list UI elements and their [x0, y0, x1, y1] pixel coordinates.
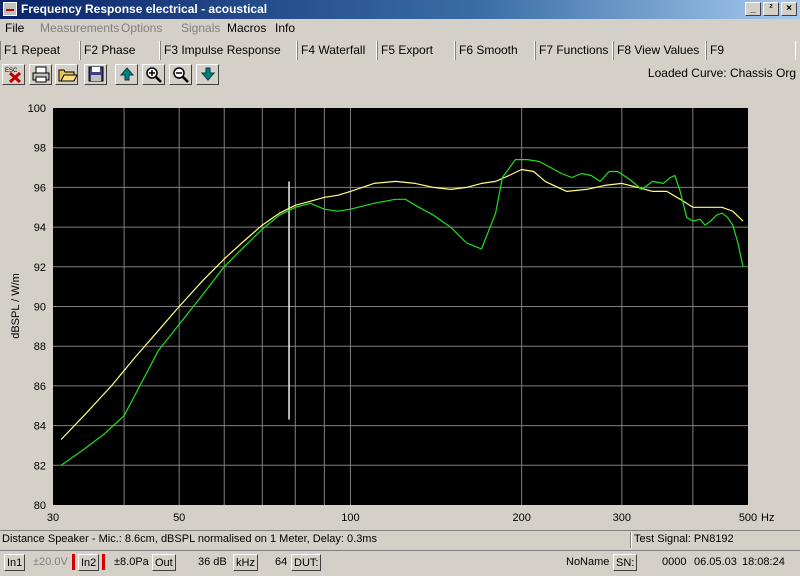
x-tick-label: 30 — [47, 512, 59, 524]
zoom-out-icon[interactable] — [169, 64, 192, 85]
sn-button[interactable]: SN: — [613, 554, 638, 571]
y-tick-label: 90 — [34, 302, 46, 314]
restore-button[interactable]: ² — [763, 2, 779, 16]
x-tick-label: 300 — [613, 512, 631, 524]
loaded-curve-label: Loaded Curve: Chassis Org — [647, 66, 796, 80]
date: 06.05.03 — [694, 556, 737, 568]
y-tick-label: 82 — [34, 460, 46, 472]
y-tick-label: 80 — [34, 500, 46, 512]
y-tick-label: 94 — [34, 222, 46, 234]
dut-name: NoName — [566, 556, 610, 568]
y-tick-label: 88 — [34, 341, 46, 353]
distance-info: Distance Speaker - Mic.: 8.6cm, dBSPL no… — [2, 533, 377, 545]
f9-button[interactable]: F9 — [706, 41, 796, 60]
sn-counter: 0000 — [662, 556, 687, 568]
f7-functions-button[interactable]: F7 Functions — [535, 41, 613, 60]
status-separator — [630, 532, 632, 548]
toolbar: ESC Loaded Curve: Chassis Org — [0, 62, 800, 86]
in1-level: ±20.0V — [33, 556, 68, 568]
y-tick-label: 100 — [28, 103, 46, 115]
menu-bar: File Measurements Options Signals Macros… — [0, 19, 800, 38]
close-button[interactable]: × — [781, 2, 797, 16]
x-tick-label: 500 — [739, 512, 757, 524]
save-icon[interactable] — [84, 64, 107, 85]
function-key-bar: F1 Repeat F2 Phase F3 Impulse Response F… — [0, 39, 800, 61]
print-icon[interactable] — [29, 64, 52, 85]
y-tick-label: 98 — [34, 143, 46, 155]
minimize-button[interactable]: _ — [745, 2, 761, 16]
x-tick-label: 200 — [512, 512, 530, 524]
f6-smooth-button[interactable]: F6 Smooth — [455, 41, 535, 60]
out-button[interactable]: Out — [152, 554, 176, 571]
in2-level-indicator — [102, 554, 105, 570]
menu-info[interactable]: Info — [275, 21, 295, 35]
menu-signals[interactable]: Signals — [181, 21, 220, 35]
menu-options[interactable]: Options — [121, 21, 162, 35]
in1-button[interactable]: In1 — [4, 554, 26, 571]
window-title: Frequency Response electrical - acoustic… — [21, 2, 268, 16]
f4-waterfall-button[interactable]: F4 Waterfall — [297, 41, 377, 60]
gain-value: 36 dB — [198, 556, 227, 568]
zoom-in-icon[interactable] — [142, 64, 165, 85]
y-axis-label: dBSPL / W/m — [10, 273, 22, 339]
menu-macros[interactable]: Macros — [227, 21, 266, 35]
menu-measurements[interactable]: Measurements — [40, 21, 119, 35]
y-tick-label: 86 — [34, 381, 46, 393]
khz-button[interactable]: kHz — [233, 554, 258, 571]
x-tick-label: 50 — [173, 512, 185, 524]
arrow-down-icon[interactable] — [196, 64, 219, 85]
in2-level: ±8.0Pa — [114, 556, 149, 568]
esc-close-icon[interactable]: ESC — [2, 64, 25, 85]
status-bar-info: Distance Speaker - Mic.: 8.6cm, dBSPL no… — [0, 530, 800, 548]
dut-button[interactable]: DUT: — [291, 554, 322, 571]
in1-level-indicator — [72, 554, 75, 570]
y-tick-label: 84 — [34, 421, 46, 433]
y-tick-label: 92 — [34, 262, 46, 274]
average-count: 64 — [275, 556, 288, 568]
f8-view-values-button[interactable]: F8 View Values — [613, 41, 706, 60]
test-signal-info: Test Signal: PN8192 — [634, 533, 734, 545]
x-tick-label: 100 — [341, 512, 359, 524]
in2-button[interactable]: In2 — [78, 554, 100, 571]
time: 18:08:24 — [742, 556, 785, 568]
open-folder-icon[interactable] — [55, 64, 78, 85]
chart-area: 80 82 84 86 88 90 92 94 96 98 100 30 50 100 200 300 500 H… — [0, 88, 800, 530]
status-bar-controls: In1 ±20.0V In2 ±8.0Pa Out 36 dB kHz 64 D… — [0, 550, 800, 574]
menu-file[interactable]: File — [5, 21, 24, 35]
app-icon[interactable] — [3, 2, 17, 16]
title-bar: Frequency Response electrical - acoustic… — [0, 0, 800, 19]
frequency-response-chart[interactable]: 80 82 84 86 88 90 92 94 96 98 100 30 50 100 200 300 500 H… — [0, 88, 800, 530]
arrow-up-icon[interactable] — [115, 64, 138, 85]
f5-export-button[interactable]: F5 Export — [377, 41, 455, 60]
f2-phase-button[interactable]: F2 Phase — [80, 41, 160, 60]
y-tick-label: 96 — [34, 182, 46, 194]
f3-impulse-response-button[interactable]: F3 Impulse Response — [160, 41, 297, 60]
f1-repeat-button[interactable]: F1 Repeat — [0, 41, 80, 60]
x-unit-label: Hz — [761, 512, 774, 524]
